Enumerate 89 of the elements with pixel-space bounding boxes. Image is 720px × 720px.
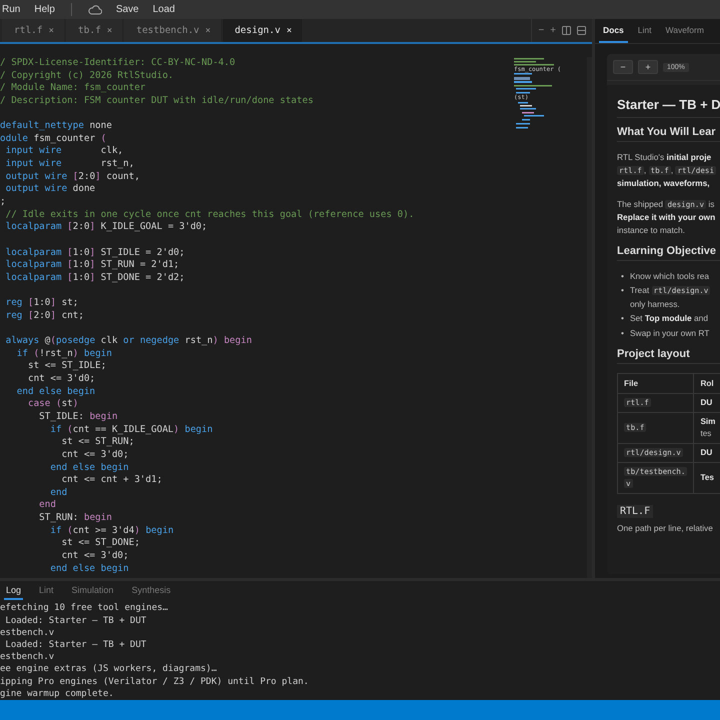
code-line: cnt <= 3'd0; — [26, 373, 96, 386]
log-line: efetching 10 free tool engines… — [0, 602, 169, 615]
minimap-drawing — [514, 73, 552, 94]
menu-item[interactable]: Help — [34, 4, 55, 15]
doc-text-line: One path per line, relative — [617, 522, 714, 534]
code-line: end — [38, 499, 57, 512]
file-tab[interactable]: tb.f × — [66, 19, 122, 42]
code-line: odule fsm_counter ( — [0, 132, 108, 146]
code-line: output wire [2:0] count, — [4, 170, 141, 184]
code-line: if (cnt >= 3'd4) begin — [49, 524, 175, 538]
code-line: case (st) — [26, 398, 80, 411]
doc-text-line: Replace it with your own — [617, 211, 716, 224]
code-line: always @(posedge clk or negedge rst_n) begin — [4, 335, 253, 348]
doc-text-line: instance to match. — [617, 224, 686, 237]
code-line: reg [1:0] st; — [4, 297, 80, 310]
code-line: reg [2:0] cnt; — [4, 310, 85, 322]
code-line: / Module Name: fsm_counter — [0, 82, 147, 95]
bullet-marker: • — [621, 326, 624, 340]
doc-subheading: RTL.F — [617, 504, 654, 518]
code-line: / Copyright (c) 2026 RtlStudio. — [0, 70, 175, 82]
code-line: end else begin — [16, 386, 96, 398]
code-line: cnt <= 3'd0; — [60, 448, 130, 462]
doc-heading: Learning Objective — [617, 244, 720, 261]
file-tab[interactable]: rtl.f × — [2, 19, 64, 42]
log-line: estbench.v — [0, 651, 56, 664]
bullet-marker: • — [621, 284, 624, 298]
panel-tab[interactable]: Lint — [634, 19, 656, 43]
code-line: cnt <= cnt + 3'd1; — [60, 474, 164, 487]
panel-tab[interactable]: Docs — [599, 19, 628, 43]
code-line: st <= ST_DONE; — [60, 537, 141, 550]
code-line: ST_IDLE: begin — [38, 410, 119, 424]
code-line: end — [49, 486, 68, 500]
code-line: end else begin — [49, 462, 130, 474]
zoom-button[interactable]: − — [613, 60, 633, 74]
panel-tab[interactable]: Synthesis — [130, 581, 173, 600]
zoom-action[interactable]: + — [550, 25, 556, 36]
log-line: Loaded: Starter — TB + DUT — [4, 614, 148, 627]
panel-tab[interactable]: Simulation — [70, 581, 116, 600]
bullet-marker: • — [621, 270, 624, 282]
log-line: Loaded: Starter — TB + DUT — [4, 638, 148, 652]
code-line: st <= ST_IDLE; — [26, 360, 108, 374]
bullet-marker: • — [621, 312, 624, 325]
bullet-item: Set Top module and — [630, 312, 708, 325]
doc-text-line: simulation, waveforms, — [617, 177, 711, 190]
code-line: default_nettype none — [0, 120, 113, 133]
log-line: estbench.v — [0, 626, 56, 639]
doc-text-line: RTL Studio's initial proje — [617, 151, 712, 164]
code-line: ; — [0, 196, 7, 209]
menu-item[interactable]: Run — [2, 4, 20, 15]
code-line: output wire done — [4, 183, 96, 196]
code-line: input wire clk, — [4, 145, 124, 158]
table-header: Rol — [694, 373, 720, 394]
menu-action[interactable]: Save — [116, 4, 139, 15]
split-horizontal-icon[interactable] — [577, 26, 586, 35]
code-line: localparam [1:0] ST_DONE = 2'd2; — [4, 272, 186, 285]
code-line: end else begin — [49, 562, 130, 576]
bullet-item: Swap in your own RT — [630, 326, 710, 340]
zoom-action[interactable]: − — [538, 25, 544, 36]
code-line: / Description: FSM counter DUT with idle/run/done states — [0, 94, 314, 108]
doc-title: Starter — TB + D — [617, 97, 720, 118]
code-line: // Idle exits in one cycle once cnt reaches this goal (reference uses 0). — [4, 208, 416, 222]
code-line: ST_RUN: begin — [38, 512, 113, 525]
cloud-icon[interactable] — [88, 4, 102, 14]
zoom-button[interactable]: + — [638, 60, 658, 74]
code-line: / SPDX-License-Identifier: CC-BY-NC-ND-4.0 — [0, 57, 236, 70]
log-line: gine warmup complete. — [0, 688, 115, 700]
minimap-drawing — [514, 101, 544, 129]
doc-heading: Project layout — [617, 348, 720, 364]
bullet-item: Know which tools rea — [630, 270, 710, 282]
log-line: ipping Pro engines (Verilator / Z3 / PDK) until Pro plan. — [0, 676, 310, 688]
minimap-drawing — [514, 58, 554, 66]
code-line: cnt <= 3'd0; — [60, 550, 130, 563]
code-line: localparam [1:0] ST_IDLE = 2'd0; — [4, 246, 186, 260]
panel-tab[interactable]: Log — [4, 581, 24, 600]
code-line: if (cnt == K_IDLE_GOAL) begin — [49, 424, 214, 436]
code-line: input wire rst_n, — [4, 158, 136, 171]
table-header: File — [618, 373, 694, 394]
code-line: if (!rst_n) begin — [16, 348, 113, 360]
doc-heading: What You Will Lear — [617, 126, 720, 142]
file-tab[interactable]: design.v × — [222, 19, 302, 42]
code-line: st <= ST_RUN; — [60, 436, 136, 449]
file-tab[interactable]: testbench.v × — [124, 19, 221, 42]
code-line: localparam [2:0] K_IDLE_GOAL = 3'd0; — [4, 221, 208, 234]
panel-tab[interactable]: Lint — [37, 581, 56, 600]
log-line: ee engine extras (JS workers, diagrams)… — [0, 663, 218, 676]
split-vertical-icon[interactable] — [562, 26, 571, 35]
panel-tab[interactable]: Waveform — [662, 19, 708, 43]
code-line: localparam [1:0] ST_RUN = 2'd1; — [4, 259, 180, 272]
menu-action[interactable]: Load — [152, 4, 175, 15]
